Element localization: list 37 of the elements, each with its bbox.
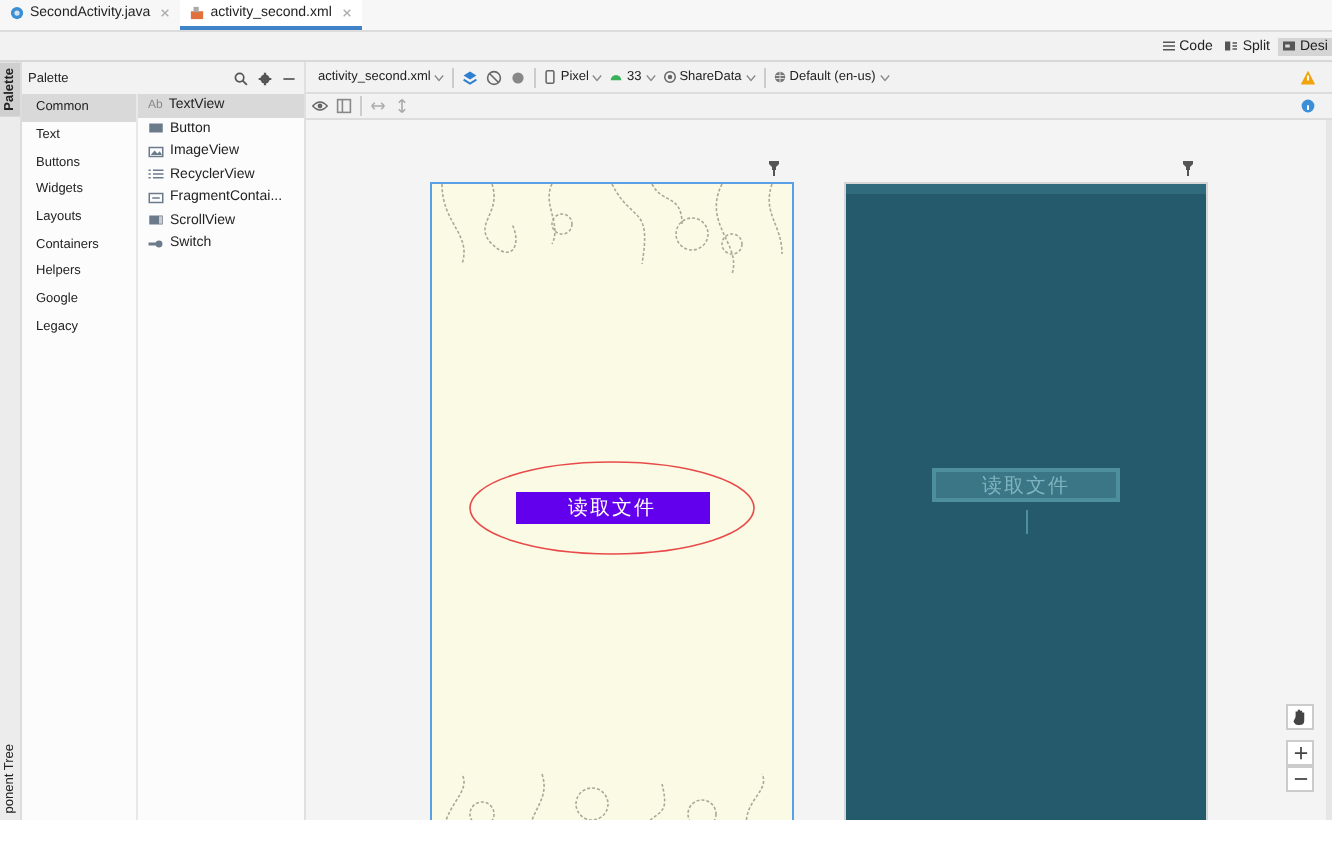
chevron-down-icon	[645, 73, 656, 81]
hand-icon	[1291, 708, 1309, 726]
theme-icon	[663, 70, 676, 84]
chevron-down-icon	[592, 73, 603, 81]
pin-icon[interactable]	[768, 160, 780, 176]
settings-icon[interactable]	[258, 71, 272, 85]
eye-icon[interactable]	[312, 98, 328, 114]
lines-icon	[1161, 40, 1176, 52]
frame-icon	[148, 191, 164, 204]
info-icon[interactable]	[1300, 98, 1316, 114]
zoom-in-button[interactable]	[1286, 740, 1314, 766]
search-icon[interactable]	[234, 71, 248, 85]
image-icon	[148, 145, 164, 158]
phone-icon	[544, 70, 557, 84]
switch-icon	[148, 237, 164, 250]
globe-icon	[773, 70, 786, 84]
chevron-down-icon	[879, 73, 890, 81]
panel-icon[interactable]	[336, 98, 352, 114]
read-file-button[interactable]: 读取文件	[515, 492, 709, 524]
layers-icon[interactable]	[462, 69, 479, 85]
close-icon[interactable]	[341, 8, 352, 18]
button-widget-icon	[148, 122, 164, 135]
pan-button[interactable]	[1286, 704, 1314, 730]
minus-icon	[1293, 772, 1307, 786]
split-view-icon	[1224, 40, 1239, 52]
plus-icon	[1293, 746, 1307, 760]
pin-icon[interactable]	[1182, 160, 1194, 176]
scroll-view-icon	[148, 214, 164, 227]
chevron-down-icon	[434, 73, 445, 81]
list-icon	[148, 168, 164, 181]
constraint-line	[1025, 510, 1027, 534]
class-icon	[10, 6, 24, 20]
layout-file-icon	[190, 6, 205, 20]
design-view-icon	[1281, 40, 1296, 52]
android-icon	[610, 70, 623, 84]
zoom-out-button[interactable]	[1286, 766, 1314, 792]
chevron-down-icon	[745, 73, 756, 81]
